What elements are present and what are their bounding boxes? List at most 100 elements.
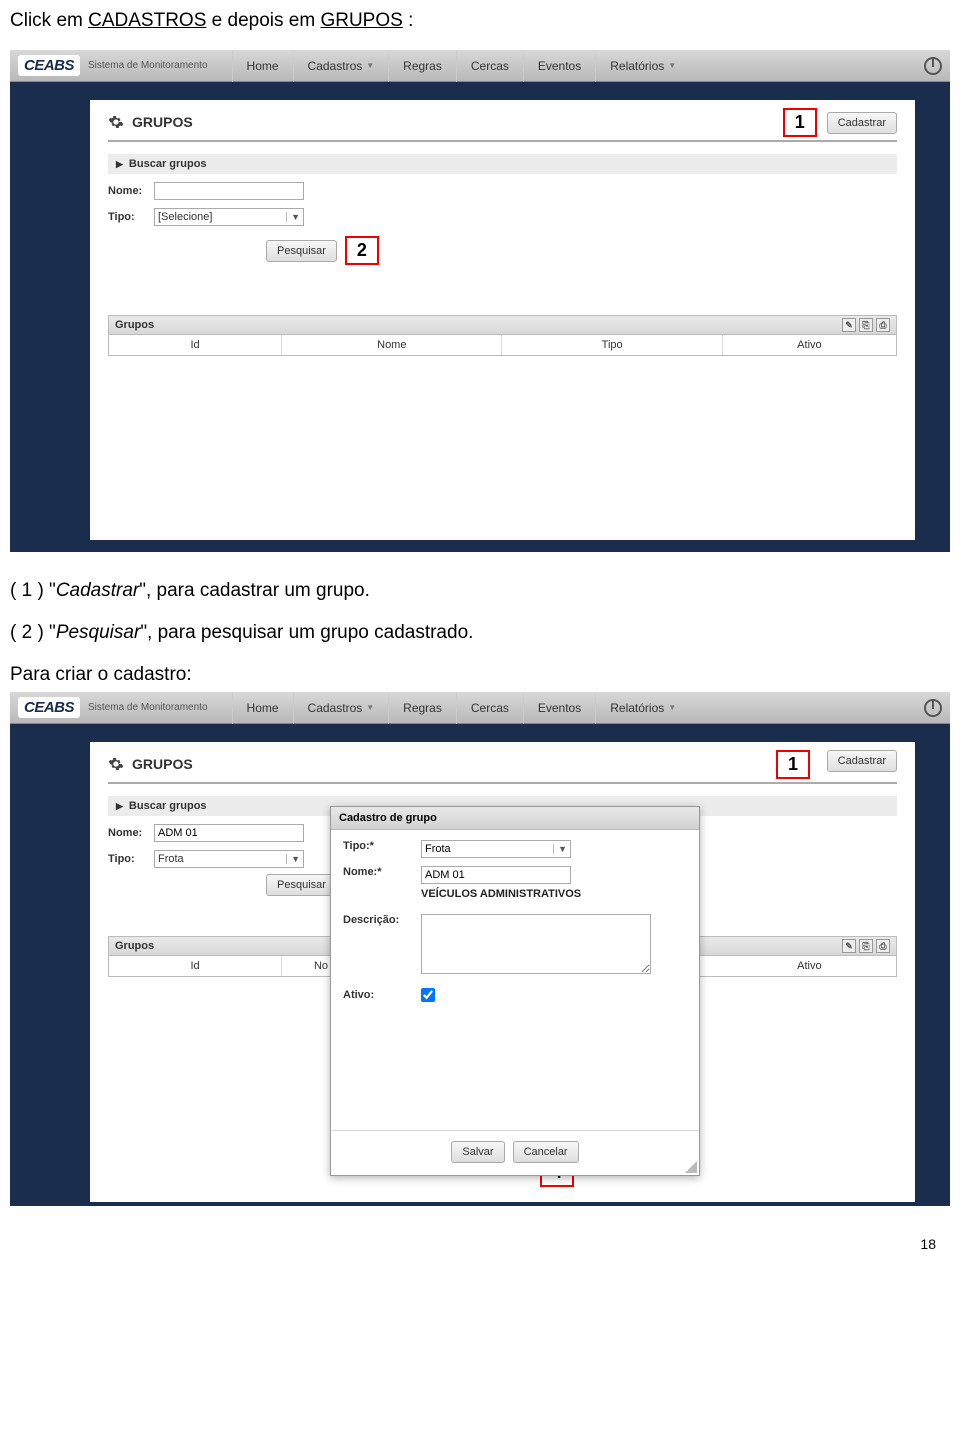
modal-ativo-label: Ativo: bbox=[343, 989, 413, 1001]
col-ativo: Ativo bbox=[723, 335, 896, 355]
nav-label: Relatórios bbox=[610, 701, 664, 715]
explain-1: ( 1 ) "Cadastrar", para cadastrar um gru… bbox=[10, 580, 950, 602]
resize-handle-icon[interactable] bbox=[685, 1161, 697, 1173]
power-icon[interactable] bbox=[924, 699, 942, 717]
panel-title-text: GRUPOS bbox=[132, 756, 193, 772]
nav-regras[interactable]: Regras bbox=[388, 692, 456, 724]
nome-label: Nome: bbox=[108, 827, 148, 839]
callout-2: 2 bbox=[345, 236, 379, 265]
modal-row-nome: Nome:* VEÍCULOS ADMINISTRATIVOS bbox=[343, 866, 687, 900]
panel-title: GRUPOS bbox=[108, 114, 897, 142]
grid-title: Grupos bbox=[115, 940, 154, 952]
export-icon[interactable]: ⎘ bbox=[859, 939, 873, 953]
nav-eventos[interactable]: Eventos bbox=[523, 50, 595, 82]
nav-regras[interactable]: Regras bbox=[388, 50, 456, 82]
export-icon[interactable]: ⎘ bbox=[859, 318, 873, 332]
text: ", para cadastrar um grupo. bbox=[139, 580, 370, 601]
search-header[interactable]: ▶ Buscar grupos bbox=[108, 154, 897, 174]
grid-columns: Id Nome Tipo Ativo bbox=[108, 335, 897, 356]
callout-1: 1 bbox=[776, 750, 810, 779]
pesquisar-button[interactable]: Pesquisar bbox=[266, 240, 337, 262]
gear-icon bbox=[108, 756, 124, 772]
modal-tipo-label: Tipo:* bbox=[343, 840, 413, 852]
row-nome: Nome: bbox=[108, 182, 897, 200]
logo: CEABS bbox=[18, 697, 80, 718]
modal-desc-label: Descrição: bbox=[343, 914, 413, 926]
cadastrar-button[interactable]: Cadastrar bbox=[827, 750, 897, 772]
grid-titlebar: Grupos ✎ ⎘ ⎙ bbox=[108, 315, 897, 335]
main-panel: GRUPOS Cadastrar 1 ▶ Buscar grupos Nome:… bbox=[90, 742, 915, 1202]
tipo-select[interactable]: Frota ▼ bbox=[154, 850, 304, 868]
modal-ativo-checkbox[interactable] bbox=[421, 988, 435, 1002]
nav-label: Eventos bbox=[538, 59, 581, 73]
print-icon[interactable]: ⎙ bbox=[876, 318, 890, 332]
text: ( 2 ) " bbox=[10, 622, 56, 643]
cancelar-button[interactable]: Cancelar bbox=[513, 1141, 579, 1163]
screenshot-2: CEABS Sistema de Monitoramento Home Cada… bbox=[10, 692, 950, 1206]
nav-cadastros[interactable]: Cadastros▼ bbox=[293, 692, 389, 724]
chevron-down-icon: ▼ bbox=[366, 61, 374, 70]
modal-nome-input[interactable] bbox=[421, 866, 571, 884]
col-nome: Nome bbox=[282, 335, 502, 355]
modal-row-tipo: Tipo:* Frota ▼ bbox=[343, 840, 687, 858]
chevron-down-icon: ▼ bbox=[366, 703, 374, 712]
col-tipo: Tipo bbox=[502, 335, 722, 355]
modal-tipo-select[interactable]: Frota ▼ bbox=[421, 840, 571, 858]
logo-subtitle: Sistema de Monitoramento bbox=[88, 60, 208, 71]
row-tipo: Tipo: [Selecione] ▼ bbox=[108, 208, 897, 226]
nav-eventos[interactable]: Eventos bbox=[523, 692, 595, 724]
instruction-line: Click em CADASTROS e depois em GRUPOS : bbox=[10, 10, 950, 32]
tipo-value: Frota bbox=[158, 853, 184, 865]
modal-header: Cadastro de grupo bbox=[331, 807, 699, 830]
edit-icon[interactable]: ✎ bbox=[842, 318, 856, 332]
modal-desc-textarea[interactable] bbox=[421, 914, 651, 974]
nav-label: Cadastros bbox=[308, 59, 363, 73]
triangle-right-icon: ▶ bbox=[116, 801, 123, 812]
link-cadastros: CADASTROS bbox=[88, 10, 206, 31]
search-header-label: Buscar grupos bbox=[129, 800, 207, 812]
text-italic: Cadastrar bbox=[56, 580, 139, 601]
chevron-down-icon: ▼ bbox=[286, 212, 300, 222]
tipo-select[interactable]: [Selecione] ▼ bbox=[154, 208, 304, 226]
nav-home[interactable]: Home bbox=[232, 692, 293, 724]
col-ativo: Ativo bbox=[723, 956, 896, 976]
col-id: Id bbox=[109, 956, 282, 976]
para-criar: Para criar o cadastro: bbox=[10, 664, 950, 686]
nav-label: Relatórios bbox=[610, 59, 664, 73]
top-navbar: CEABS Sistema de Monitoramento Home Cada… bbox=[10, 50, 950, 82]
power-icon[interactable] bbox=[924, 57, 942, 75]
nav-relatorios[interactable]: Relatórios ▼ bbox=[595, 692, 690, 724]
nome-input[interactable] bbox=[154, 182, 304, 200]
modal-nome-label: Nome:* bbox=[343, 866, 413, 878]
salvar-button[interactable]: Salvar bbox=[451, 1141, 504, 1163]
nav-label: Regras bbox=[403, 59, 442, 73]
nav-relatorios[interactable]: Relatórios ▼ bbox=[595, 50, 690, 82]
tipo-value: [Selecione] bbox=[158, 211, 212, 223]
col-id: Id bbox=[109, 335, 282, 355]
logo-subtitle: Sistema de Monitoramento bbox=[88, 702, 208, 713]
nav-label: Cercas bbox=[471, 59, 509, 73]
nav-cercas[interactable]: Cercas bbox=[456, 50, 523, 82]
tipo-label: Tipo: bbox=[108, 211, 148, 223]
nav-label: Cercas bbox=[471, 701, 509, 715]
chevron-down-icon: ▼ bbox=[668, 703, 676, 712]
callout-1: 1 bbox=[783, 108, 817, 137]
edit-icon[interactable]: ✎ bbox=[842, 939, 856, 953]
nav-home[interactable]: Home bbox=[232, 50, 293, 82]
print-icon[interactable]: ⎙ bbox=[876, 939, 890, 953]
grid-title: Grupos bbox=[115, 319, 154, 331]
nome-input[interactable] bbox=[154, 824, 304, 842]
nav-label: Home bbox=[247, 59, 279, 73]
modal-cadastro-grupo: Cadastro de grupo Tipo:* Frota ▼ Nome:* bbox=[330, 806, 700, 1176]
nav-cadastros[interactable]: Cadastros▼ bbox=[293, 50, 389, 82]
pesquisar-button[interactable]: Pesquisar bbox=[266, 874, 337, 896]
link-grupos: GRUPOS bbox=[320, 10, 402, 31]
chevron-down-icon: ▼ bbox=[668, 61, 676, 70]
nav-cercas[interactable]: Cercas bbox=[456, 692, 523, 724]
text: : bbox=[403, 10, 414, 31]
text: ", para pesquisar um grupo cadastrado. bbox=[140, 622, 473, 643]
cadastrar-button[interactable]: Cadastrar bbox=[827, 112, 897, 134]
triangle-right-icon: ▶ bbox=[116, 159, 123, 170]
logo: CEABS bbox=[18, 55, 80, 76]
modal-tipo-value: Frota bbox=[425, 843, 451, 855]
